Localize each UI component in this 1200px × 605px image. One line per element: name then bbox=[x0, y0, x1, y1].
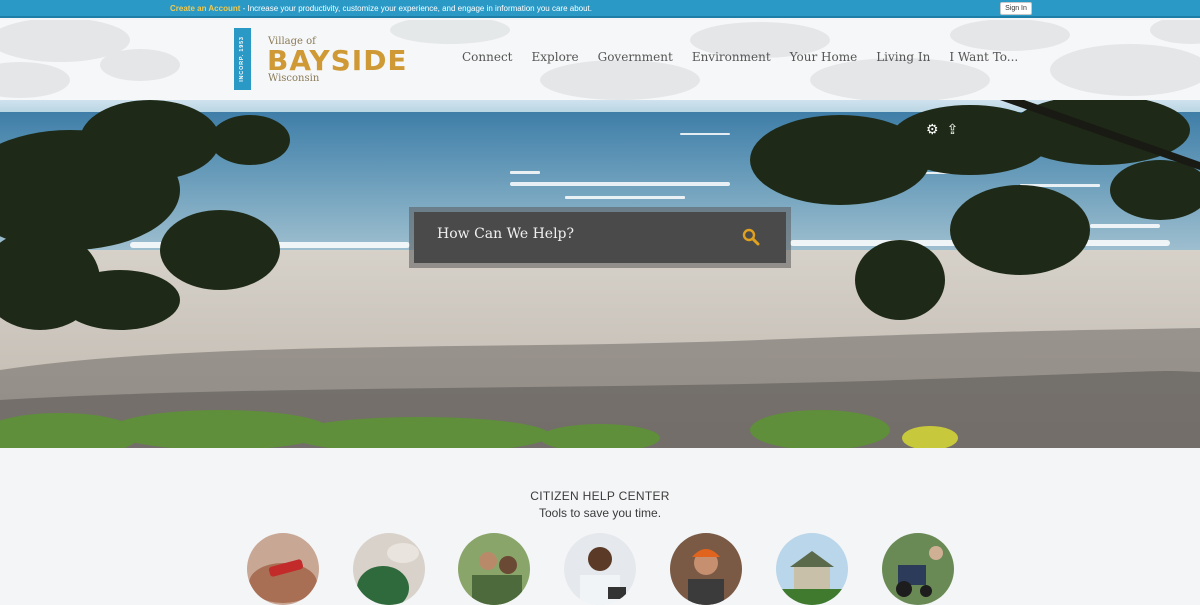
logo-name: BAYSIDE bbox=[267, 44, 408, 77]
logo-incorp-text: INCORP. 1953 bbox=[239, 36, 245, 82]
help-tile-couple[interactable] bbox=[458, 533, 530, 605]
help-tile-phone[interactable] bbox=[247, 533, 319, 605]
help-tile-mower[interactable] bbox=[882, 533, 954, 605]
nav-item-explore[interactable]: Explore bbox=[532, 50, 579, 70]
help-center-subtitle: Tools to save you time. bbox=[538, 506, 662, 520]
hero-tools: ⚙ ⇪ bbox=[926, 122, 958, 136]
site-header: INCORP. 1953 Village of BAYSIDE Wisconsi… bbox=[0, 20, 1200, 100]
citizen-help-center: CITIZEN HELP CENTER Tools to save you ti… bbox=[0, 448, 1200, 605]
help-center-title: CITIZEN HELP CENTER bbox=[530, 489, 670, 503]
announcement-text: Create an Account - Increase your produc… bbox=[170, 4, 592, 13]
nav-item-environment[interactable]: Environment bbox=[692, 50, 771, 70]
announcement-message: - Increase your productivity, customize … bbox=[240, 4, 592, 13]
help-tile-man-tablet[interactable] bbox=[564, 533, 636, 605]
create-account-link[interactable]: Create an Account bbox=[170, 4, 240, 13]
help-tile-house[interactable] bbox=[776, 533, 848, 605]
help-tile-worker[interactable] bbox=[670, 533, 742, 605]
search-input[interactable]: How Can We Help? bbox=[414, 212, 786, 263]
nav-item-your-home[interactable]: Your Home bbox=[790, 50, 858, 70]
hero-beach-image bbox=[0, 100, 1200, 448]
top-announcement-bar: Create an Account - Increase your produc… bbox=[0, 0, 1200, 18]
hero-banner: ⚙ ⇪ How Can We Help? bbox=[0, 100, 1200, 448]
bayside-logo[interactable]: INCORP. 1953 Village of BAYSIDE Wisconsi… bbox=[234, 28, 414, 92]
search-icon[interactable] bbox=[742, 228, 760, 246]
share-icon[interactable]: ⇪ bbox=[947, 122, 959, 136]
gear-icon[interactable]: ⚙ bbox=[926, 122, 939, 136]
main-nav: Connect Explore Government Environment Y… bbox=[462, 50, 1037, 70]
logo-incorp-tab: INCORP. 1953 bbox=[234, 28, 251, 90]
nav-item-living-in[interactable]: Living In bbox=[876, 50, 930, 70]
sign-in-button[interactable]: Sign In bbox=[1000, 2, 1032, 15]
help-tile-recycling[interactable] bbox=[353, 533, 425, 605]
search-box: How Can We Help? bbox=[409, 207, 791, 268]
search-placeholder: How Can We Help? bbox=[437, 226, 575, 242]
nav-item-government[interactable]: Government bbox=[598, 50, 673, 70]
nav-item-connect[interactable]: Connect bbox=[462, 50, 513, 70]
nav-item-i-want-to[interactable]: I Want To... bbox=[949, 50, 1018, 70]
logo-state: Wisconsin bbox=[268, 73, 320, 84]
